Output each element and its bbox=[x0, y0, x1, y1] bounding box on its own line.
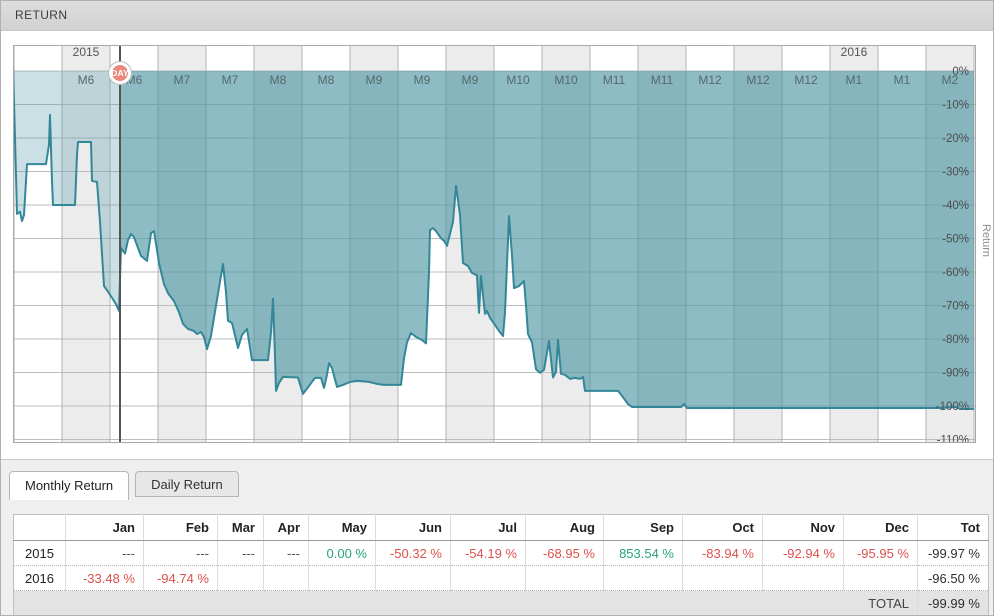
y-tick-label: 0% bbox=[952, 66, 969, 78]
return-cell bbox=[525, 565, 604, 591]
page: RETURN M6 M6 M7 M7 M8 M8 M9 M9 M9 M10 M10 M11 M11 M12… bbox=[0, 0, 994, 616]
return-cell: --- bbox=[65, 540, 144, 566]
return-chart-panel: M6 M6 M7 M7 M8 M8 M9 M9 M9 M10 M10 M11 M11 M12 M12 M12 M… bbox=[1, 31, 993, 460]
return-cell: -94.74 % bbox=[143, 565, 218, 591]
month-label: M10 bbox=[554, 73, 578, 87]
return-cell: 853.54 % bbox=[603, 540, 683, 566]
y-tick-label: -40% bbox=[942, 200, 969, 212]
return-cell: --- bbox=[143, 540, 218, 566]
return-cell bbox=[682, 565, 763, 591]
return-cell: -54.19 % bbox=[450, 540, 526, 566]
return-cell: -50.32 % bbox=[375, 540, 451, 566]
year-cell: 2015 bbox=[25, 545, 54, 561]
month-label: M6 bbox=[78, 73, 95, 87]
month-label: M8 bbox=[270, 73, 287, 87]
return-cell bbox=[263, 565, 309, 591]
total-label: TOTAL bbox=[13, 590, 918, 615]
y-tick-label: -110% bbox=[937, 435, 969, 444]
year-cell: 2016 bbox=[13, 565, 66, 591]
month-label: M11 bbox=[603, 73, 626, 87]
table-row: 2015 --- --- --- --- 0.00 % -50.32 % -54.19 % -6… bbox=[14, 540, 989, 566]
month-label: M8 bbox=[318, 73, 335, 87]
column-header: Jan bbox=[65, 514, 144, 541]
month-label: M7 bbox=[222, 73, 239, 87]
y-tick-label: -100% bbox=[936, 401, 969, 413]
column-header bbox=[13, 514, 66, 541]
day-cursor-badge[interactable]: DAY bbox=[109, 62, 131, 84]
return-cell bbox=[217, 565, 264, 591]
return-cell: -33.48 % bbox=[65, 565, 144, 591]
bottom-section: Monthly Return Daily Return Jan Feb Mar Apr M… bbox=[1, 471, 993, 615]
column-header: Sep bbox=[603, 514, 683, 541]
return-cell: --- bbox=[263, 540, 309, 566]
table-body: 2015 --- --- --- --- 0.00 % -50.32 % -54.19 % -6… bbox=[13, 540, 989, 615]
month-label: M1 bbox=[846, 73, 863, 87]
return-cell bbox=[375, 565, 451, 591]
y-tick-label: -70% bbox=[942, 301, 969, 313]
return-cell bbox=[843, 565, 918, 591]
month-label: M7 bbox=[174, 73, 191, 87]
table-header: Jan Feb Mar Apr May Jun Jul Aug Sep Oct Nov Dec Tot bbox=[13, 514, 989, 541]
month-label: M12 bbox=[698, 73, 722, 87]
column-header: Aug bbox=[525, 514, 604, 541]
column-header: Nov bbox=[762, 514, 844, 541]
return-area-chart[interactable]: M6 M6 M7 M7 M8 M8 M9 M9 M9 M10 M10 M11 M11 M12 M12 M12 M… bbox=[13, 45, 976, 443]
day-badge-label: DAY bbox=[111, 68, 129, 78]
month-label: M1 bbox=[894, 73, 911, 87]
y-tick-label: -50% bbox=[942, 234, 969, 246]
column-header: Dec bbox=[843, 514, 918, 541]
y-tick-label: -30% bbox=[942, 167, 969, 179]
panel-header: RETURN bbox=[1, 1, 993, 31]
y-tick-label: -80% bbox=[942, 334, 969, 346]
month-label: M10 bbox=[506, 73, 530, 87]
column-header: Tot bbox=[917, 514, 989, 541]
y-axis-title: Return bbox=[980, 224, 992, 258]
column-header: Mar bbox=[217, 514, 264, 541]
return-cell bbox=[450, 565, 526, 591]
total-row: TOTAL -99.99 % bbox=[13, 590, 989, 615]
return-cell: 0.00 % bbox=[308, 540, 376, 566]
month-label: M9 bbox=[414, 73, 431, 87]
return-cell: -96.50 % bbox=[917, 565, 989, 591]
column-header: Apr bbox=[263, 514, 309, 541]
month-label: M12 bbox=[794, 73, 818, 87]
table-row: 2016 -33.48 % -94.74 % -96.50 % bbox=[13, 565, 989, 591]
year-label: 2016 bbox=[841, 45, 868, 59]
column-header: Jul bbox=[450, 514, 526, 541]
y-tick-label: -10% bbox=[942, 100, 969, 112]
monthly-return-table: Jan Feb Mar Apr May Jun Jul Aug Sep Oct Nov Dec Tot … bbox=[13, 514, 989, 615]
return-cell bbox=[603, 565, 683, 591]
tab-bar: Monthly Return Daily Return bbox=[9, 471, 993, 500]
month-label: M12 bbox=[746, 73, 770, 87]
return-cell bbox=[762, 565, 844, 591]
return-cell: -68.95 % bbox=[525, 540, 604, 566]
column-header: Feb bbox=[143, 514, 218, 541]
tab-daily-return[interactable]: Daily Return bbox=[135, 471, 239, 497]
month-label: M11 bbox=[651, 73, 674, 87]
return-cell bbox=[308, 565, 376, 591]
y-tick-label: -20% bbox=[942, 133, 969, 145]
column-header: Jun bbox=[375, 514, 451, 541]
month-label: M9 bbox=[366, 73, 383, 87]
column-header: Oct bbox=[682, 514, 763, 541]
y-tick-label: -60% bbox=[942, 267, 969, 279]
column-header: May bbox=[308, 514, 376, 541]
return-cell: -92.94 % bbox=[762, 540, 844, 566]
panel-title: RETURN bbox=[15, 8, 68, 22]
return-cell: -99.97 % bbox=[917, 540, 989, 566]
month-label: M9 bbox=[462, 73, 479, 87]
return-cell: -83.94 % bbox=[682, 540, 763, 566]
y-tick-label: -90% bbox=[942, 368, 969, 380]
year-label: 2015 bbox=[73, 45, 100, 59]
total-value: -99.99 % bbox=[917, 590, 989, 615]
tab-monthly-return[interactable]: Monthly Return bbox=[9, 471, 130, 500]
return-cell: --- bbox=[217, 540, 264, 566]
return-cell: -95.95 % bbox=[843, 540, 918, 566]
